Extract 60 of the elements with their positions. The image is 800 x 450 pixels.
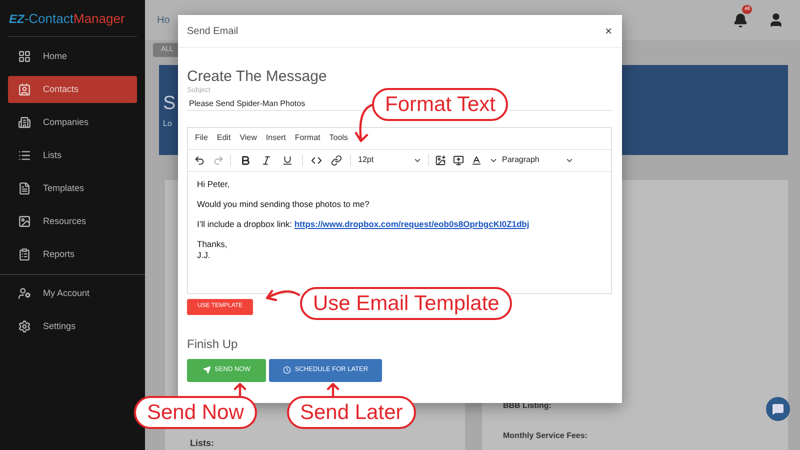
contact-card-icon	[18, 83, 31, 96]
app-logo: EZ-ContactManager	[8, 11, 125, 27]
media-icon[interactable]	[453, 154, 464, 166]
email-paragraph: Thanks, J.J.	[197, 238, 228, 260]
sidebar-item[interactable]: Lists	[8, 142, 137, 169]
card-label: Lists:	[190, 436, 216, 450]
section-heading: Finish Up	[187, 336, 239, 352]
pointer-arrow	[325, 382, 341, 397]
sidebar-item[interactable]: Contacts	[8, 76, 137, 103]
menu-item[interactable]: Insert	[266, 132, 286, 144]
notification-bell-icon[interactable]	[733, 12, 748, 28]
paragraph-select[interactable]: Paragraph	[502, 154, 574, 166]
document-icon	[18, 182, 31, 195]
sidebar-item[interactable]: My Account	[8, 280, 137, 307]
menu-item[interactable]: Edit	[216, 132, 231, 144]
dialog-title: Send Email	[187, 24, 238, 38]
clock-icon	[282, 366, 291, 374]
banner-title: S	[163, 92, 176, 116]
send-icon	[202, 366, 211, 374]
close-button[interactable]: ×	[604, 25, 612, 37]
code-icon[interactable]	[311, 154, 322, 166]
clipboard-icon	[18, 248, 31, 261]
grid-icon	[18, 50, 31, 63]
menu-item[interactable]: File	[195, 132, 208, 144]
dropbox-link[interactable]: https://www.dropbox.com/request/eob0s8OprbgcKI0Z1dbj	[294, 218, 530, 228]
underline-icon[interactable]	[282, 154, 293, 166]
sidebar-item[interactable]: Reports	[8, 241, 137, 268]
image-icon[interactable]	[435, 154, 446, 166]
sidebar-item[interactable]: Resources	[8, 208, 137, 235]
sidebar-item[interactable]: Settings	[8, 313, 137, 340]
italic-icon[interactable]	[261, 154, 272, 166]
user-icon[interactable]	[768, 12, 784, 28]
banner-subtitle: Lo	[163, 118, 172, 130]
pointer-arrow	[232, 382, 248, 397]
image-icon	[18, 215, 31, 228]
sidebar-item[interactable]: Templates	[8, 175, 137, 202]
list-icon	[18, 149, 31, 162]
settings-icon	[18, 320, 31, 333]
bold-icon[interactable]	[240, 154, 251, 166]
callout-label: Use Email Template	[300, 287, 512, 320]
card-label: Monthly Service Fees:	[503, 430, 588, 442]
callout-label: Send Now	[134, 396, 257, 429]
chat-bubble-icon	[772, 403, 784, 415]
callout-label: Format Text	[372, 88, 508, 121]
text-color-icon[interactable]	[471, 154, 482, 166]
font-size-select[interactable]: 12pt	[351, 154, 429, 166]
sidebar-item[interactable]: Companies	[8, 109, 137, 136]
menu-item[interactable]: Tools	[329, 132, 348, 144]
email-paragraph: Would you mind sending those photos to me?	[197, 198, 370, 210]
undo-icon[interactable]	[194, 154, 205, 166]
sidebar-item[interactable]: Home	[8, 43, 137, 70]
callout-label: Send Later	[287, 396, 416, 429]
menu-item[interactable]: Format	[294, 132, 320, 144]
building-icon	[18, 116, 31, 129]
email-paragraph: I’ll include a dropbox link: https://www.dropbox.com/request/eob0s8OprbgcKI0Z1dbj	[197, 218, 530, 230]
email-paragraph: Hi Peter,	[197, 178, 231, 190]
user-gear-icon	[18, 287, 31, 300]
menu-item[interactable]: View	[240, 132, 257, 144]
link-icon[interactable]	[331, 154, 342, 166]
section-heading: Create The Message	[187, 68, 328, 86]
